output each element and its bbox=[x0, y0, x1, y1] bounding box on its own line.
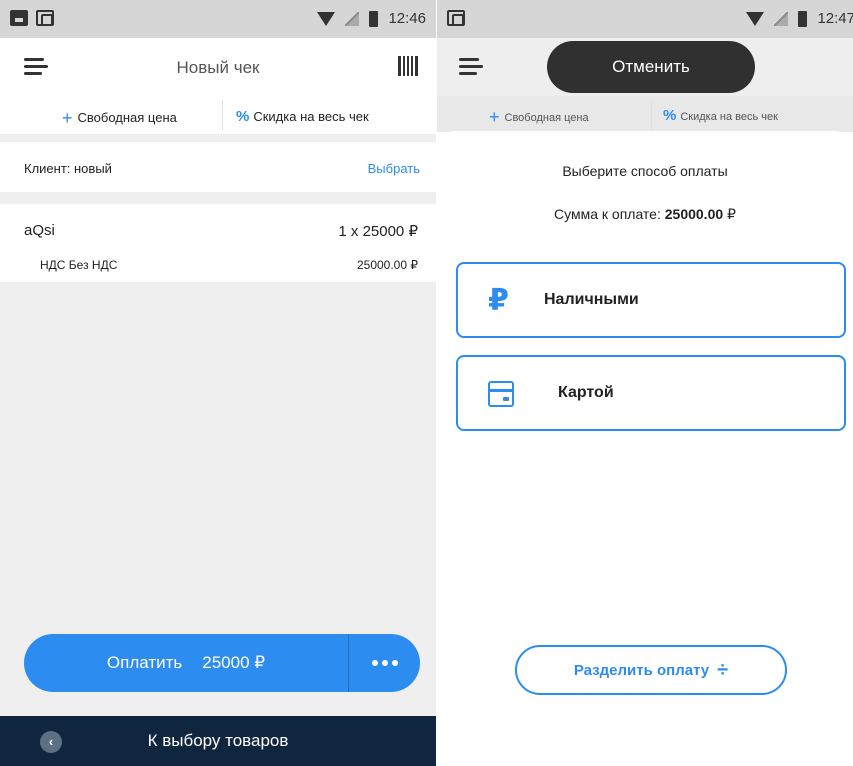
free-price-button[interactable]: + Свободная цена bbox=[62, 108, 177, 129]
card-label: Картой bbox=[558, 384, 614, 401]
percent-icon: % bbox=[663, 107, 677, 124]
back-to-products-label: К выбору товаров bbox=[147, 731, 289, 750]
item-qty-price: 1 x 25000 ₽ bbox=[338, 223, 418, 240]
discount-label: Скидка на весь чек bbox=[680, 111, 778, 123]
divide-icon: ÷ bbox=[717, 659, 729, 681]
sum-currency: ₽ bbox=[727, 206, 736, 222]
plus-icon: + bbox=[62, 108, 73, 128]
divider bbox=[651, 100, 652, 130]
status-time: 12:46 bbox=[388, 10, 426, 27]
screenshot-notification-icon bbox=[447, 10, 465, 26]
bottom-bar[interactable]: ‹ К выбору товаров bbox=[0, 716, 436, 766]
cash-label: Наличными bbox=[544, 291, 639, 308]
cancel-button[interactable]: Отменить bbox=[547, 41, 755, 93]
page-title: Новый чек bbox=[176, 58, 260, 77]
client-row: Клиент: новый Выбрать bbox=[0, 142, 436, 192]
status-bar: 12:47 bbox=[437, 0, 853, 38]
divider bbox=[222, 100, 223, 130]
barcode-icon[interactable] bbox=[398, 56, 418, 76]
receipt-screen: 12:46 Новый чек + Свободная цена % Скидка … bbox=[0, 0, 436, 766]
status-time: 12:47 bbox=[817, 10, 853, 27]
ruble-icon: ₽ bbox=[488, 284, 509, 317]
pay-button-group: Оплатить 25000 ₽ bbox=[24, 634, 420, 692]
payment-method-screen: 12:47 Отменить + Свободная цена % Скидка н… bbox=[437, 0, 853, 766]
discount-button[interactable]: % Скидка на весь чек bbox=[236, 108, 369, 125]
item-tax-value: 25000.00 ₽ bbox=[356, 258, 418, 272]
wifi-icon bbox=[317, 11, 336, 26]
discount-label: Скидка на весь чек bbox=[253, 109, 369, 124]
pay-button[interactable]: Оплатить 25000 ₽ bbox=[24, 634, 348, 692]
receipt-actions: + Свободная цена % Скидка на весь чек bbox=[437, 96, 853, 132]
more-options-button[interactable] bbox=[349, 634, 420, 692]
battery-icon bbox=[369, 10, 379, 27]
split-payment-button[interactable]: Разделить оплату ÷ bbox=[515, 645, 787, 695]
no-signal-icon bbox=[345, 11, 360, 26]
free-price-label: Свободная цена bbox=[77, 110, 177, 125]
sum-to-pay: Сумма к оплате: 25000.00 ₽ bbox=[437, 206, 853, 223]
battery-icon bbox=[798, 10, 808, 27]
card-payment-option[interactable]: Картой bbox=[456, 355, 846, 431]
cash-payment-option[interactable]: ₽ Наличными bbox=[456, 262, 846, 338]
item-name: aQsi bbox=[24, 222, 55, 239]
free-price-button[interactable]: + Свободная цена bbox=[489, 107, 589, 128]
wifi-icon bbox=[746, 11, 765, 26]
sum-label: Сумма к оплате: bbox=[554, 206, 661, 222]
split-payment-label: Разделить оплату bbox=[573, 662, 710, 679]
percent-icon: % bbox=[236, 108, 250, 125]
select-client-link[interactable]: Выбрать bbox=[368, 161, 420, 176]
menu-icon[interactable] bbox=[459, 58, 483, 76]
no-signal-icon bbox=[774, 11, 789, 26]
free-price-label: Свободная цена bbox=[504, 112, 589, 124]
payment-sheet: Выберите способ оплаты Сумма к оплате: 2… bbox=[437, 131, 853, 766]
sheet-title: Выберите способ оплаты bbox=[562, 163, 728, 179]
client-label: Клиент: новый bbox=[24, 161, 112, 176]
header: Новый чек bbox=[0, 38, 436, 96]
receipt-item[interactable]: aQsi 1 x 25000 ₽ НДС Без НДС 25000.00 ₽ bbox=[0, 204, 436, 282]
sum-value: 25000.00 bbox=[664, 206, 724, 222]
pay-amount: 25000 ₽ bbox=[202, 653, 266, 672]
receipt-actions: + Свободная цена % Скидка на весь чек bbox=[0, 96, 436, 134]
item-tax-label: НДС Без НДС bbox=[40, 258, 118, 272]
card-icon bbox=[488, 381, 514, 407]
pay-label: Оплатить bbox=[106, 653, 183, 672]
plus-icon: + bbox=[489, 107, 500, 127]
status-bar: 12:46 bbox=[0, 0, 436, 38]
image-notification-icon bbox=[10, 10, 28, 26]
discount-button[interactable]: % Скидка на весь чек bbox=[663, 107, 778, 124]
screenshot-notification-icon bbox=[36, 10, 54, 26]
dual-screenshot: 12:46 Новый чек + Свободная цена % Скидка … bbox=[0, 0, 853, 766]
